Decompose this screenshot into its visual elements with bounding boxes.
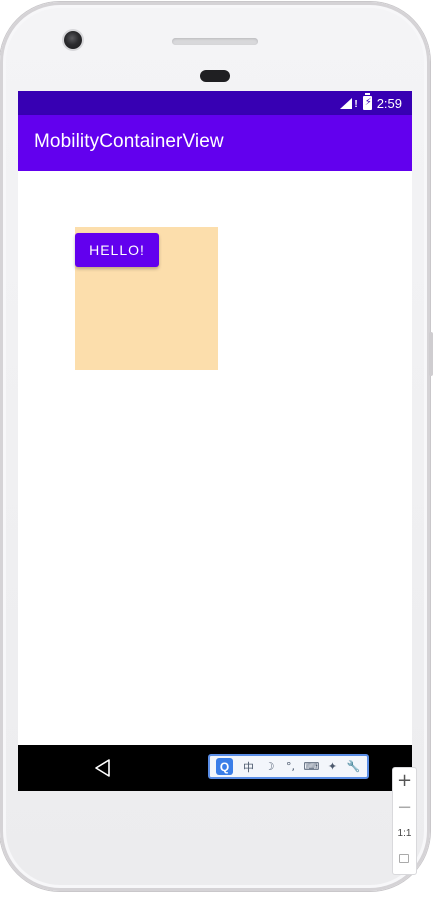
no-signal-indicator: ! [354,98,358,110]
ime-chinese-mode-icon[interactable]: 中 [239,759,258,775]
ime-wrench-icon[interactable]: 🔧 [344,760,363,773]
ime-keyboard-icon[interactable]: ⌨ [302,760,321,773]
app-bar: MobilityContainerView [18,115,412,171]
emulator-page: ! ⚡ 2:59 MobilityContainerView HELLO! Q … [0,0,434,897]
volume-button [429,332,433,376]
navigation-bar: Q 中 ☽ °, ⌨ ✦ 🔧 [18,745,412,791]
zoom-actual-size-button[interactable]: 1:1 [393,826,416,842]
app-title: MobilityContainerView [34,131,224,152]
mobility-container[interactable]: HELLO! [75,227,218,370]
status-bar: ! ⚡ 2:59 [18,91,412,115]
zoom-fit-icon[interactable] [399,854,409,863]
earpiece-speaker [172,38,258,45]
device-screen: ! ⚡ 2:59 MobilityContainerView HELLO! Q … [18,91,412,791]
main-content: HELLO! [18,171,412,745]
zoom-controls: + − 1:1 [392,767,417,875]
status-time: 2:59 [376,95,402,111]
hello-button[interactable]: HELLO! [75,233,159,267]
ime-skin-icon[interactable]: ✦ [323,760,342,773]
charging-bolt-icon: ⚡ [364,97,372,108]
proximity-sensor [200,70,230,82]
ime-toolbar: Q 中 ☽ °, ⌨ ✦ 🔧 [208,754,369,779]
ime-punctuation-icon[interactable]: °, [281,760,300,773]
signal-icon [340,97,353,109]
ime-moon-icon[interactable]: ☽ [260,760,279,773]
front-camera [64,31,82,49]
status-icons: ! ⚡ 2:59 [340,91,402,115]
back-icon[interactable] [94,759,112,777]
zoom-out-button[interactable]: − [393,797,416,819]
ime-search-icon[interactable]: Q [216,758,233,775]
battery-icon: ⚡ [362,93,372,110]
zoom-in-button[interactable]: + [393,770,416,792]
